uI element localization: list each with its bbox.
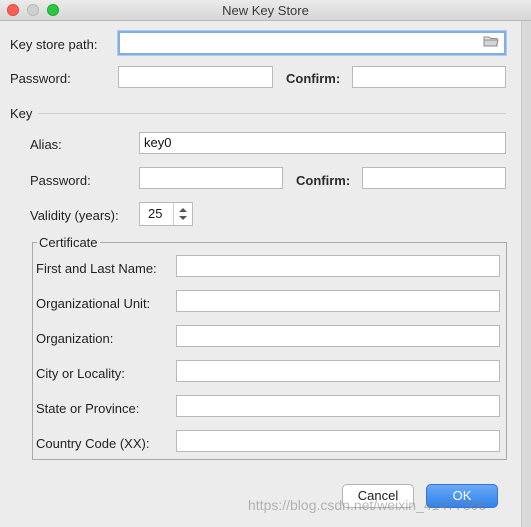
organization-label: Organization: bbox=[36, 331, 114, 346]
key-confirm-label: Confirm: bbox=[296, 173, 351, 188]
state-province-label: State or Province: bbox=[36, 401, 140, 416]
window-edge bbox=[521, 21, 531, 527]
keystore-password-input[interactable] bbox=[118, 66, 273, 88]
validity-spinner[interactable]: 25 bbox=[139, 202, 193, 226]
city-locality-input[interactable] bbox=[176, 360, 500, 382]
key-confirm-input[interactable] bbox=[362, 167, 506, 189]
title-bar: New Key Store bbox=[0, 0, 531, 21]
state-province-input[interactable] bbox=[176, 395, 500, 417]
organizational-unit-label: Organizational Unit: bbox=[36, 296, 151, 311]
keystore-confirm-input[interactable] bbox=[352, 66, 506, 88]
organization-input[interactable] bbox=[176, 325, 500, 347]
organizational-unit-input[interactable] bbox=[176, 290, 500, 312]
folder-icon[interactable] bbox=[483, 35, 499, 47]
country-code-input[interactable] bbox=[176, 430, 500, 452]
key-section-label: Key bbox=[10, 106, 33, 121]
watermark-text: https://blog.csdn.net/weixin_41477306 bbox=[248, 497, 487, 513]
alias-label: Alias: bbox=[30, 137, 62, 152]
key-section-divider bbox=[38, 113, 506, 114]
validity-label: Validity (years): bbox=[30, 208, 119, 223]
key-password-input[interactable] bbox=[139, 167, 283, 189]
keystore-path-label: Key store path: bbox=[10, 37, 98, 52]
keystore-password-label: Password: bbox=[10, 71, 71, 86]
country-code-label: Country Code (XX): bbox=[36, 436, 150, 451]
keystore-path-input[interactable] bbox=[118, 31, 506, 55]
certificate-legend: Certificate bbox=[37, 235, 100, 250]
validity-value: 25 bbox=[148, 206, 163, 221]
first-last-name-label: First and Last Name: bbox=[36, 261, 157, 276]
keystore-confirm-label: Confirm: bbox=[286, 71, 341, 86]
spinner-arrows-icon[interactable] bbox=[173, 203, 192, 225]
key-password-label: Password: bbox=[30, 173, 91, 188]
city-locality-label: City or Locality: bbox=[36, 366, 125, 381]
dialog-content: Key store path: Password: Confirm: Key A… bbox=[0, 21, 521, 527]
window-title: New Key Store bbox=[222, 3, 309, 18]
alias-input[interactable]: key0 bbox=[139, 132, 506, 154]
first-last-name-input[interactable] bbox=[176, 255, 500, 277]
